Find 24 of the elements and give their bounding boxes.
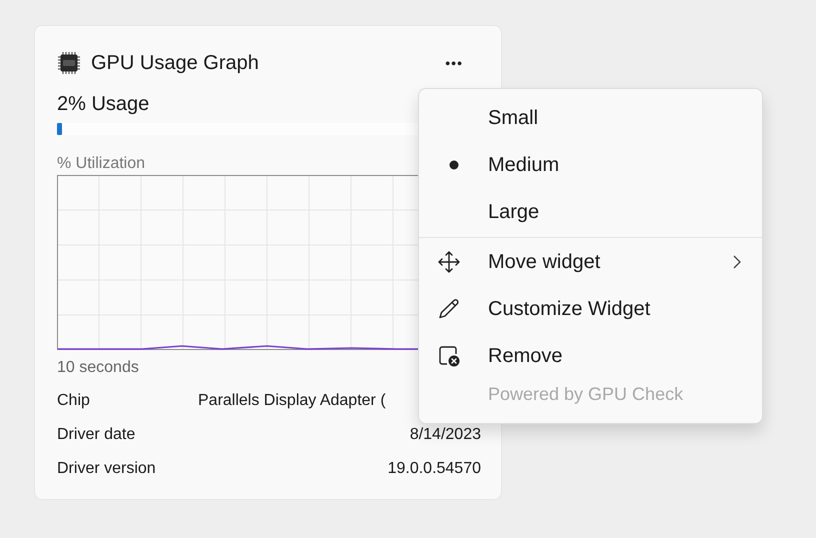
size-option[interactable]: Small xyxy=(419,94,762,141)
graph-title: % Utilization xyxy=(57,154,146,174)
time-label: 10 seconds xyxy=(57,358,139,378)
move-arrows-icon xyxy=(437,250,461,274)
widget-title: GPU Usage Graph xyxy=(91,51,259,76)
detail-value: 19.0.0.54570 xyxy=(388,459,481,479)
menu-item[interactable]: Customize Widget xyxy=(419,285,762,332)
powered-by-text: Powered by GPU Check xyxy=(487,383,684,406)
detail-label: Driver version xyxy=(57,459,157,479)
menu-item[interactable]: Move widget xyxy=(419,238,762,285)
size-option[interactable]: Medium xyxy=(419,141,762,188)
detail-value: Parallels Display Adapter ( xyxy=(198,391,386,411)
chevron-right-icon xyxy=(732,254,742,270)
more-options-button[interactable]: ••• xyxy=(441,52,467,74)
size-option[interactable]: Large xyxy=(419,188,762,235)
remove-window-icon xyxy=(437,344,461,368)
pencil-icon xyxy=(437,296,461,320)
menu-item[interactable]: Remove xyxy=(419,332,762,379)
detail-label: Chip xyxy=(57,391,91,411)
detail-value: 8/14/2023 xyxy=(410,425,481,445)
usage-label: 2% Usage xyxy=(57,92,150,117)
selected-dot-icon xyxy=(449,160,459,170)
detail-label: Driver date xyxy=(57,425,136,445)
chip-icon xyxy=(57,51,81,75)
